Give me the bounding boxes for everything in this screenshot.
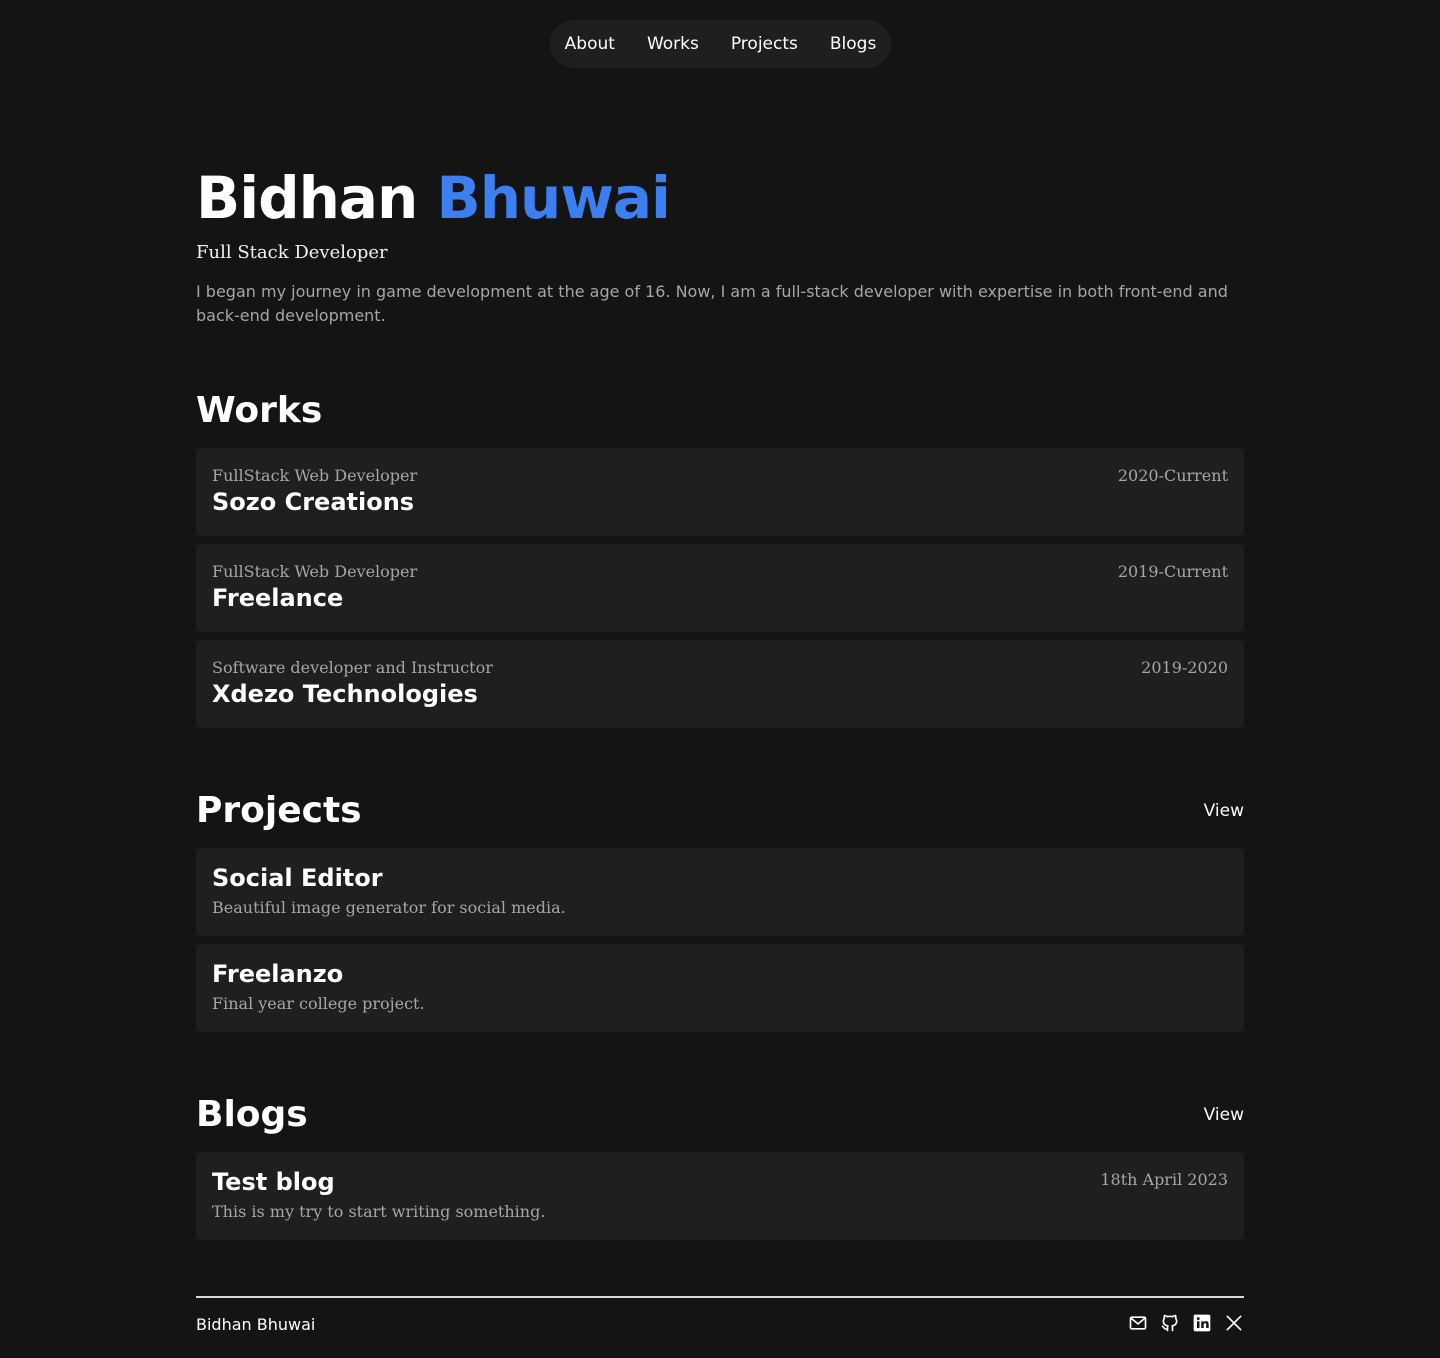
- nav-about[interactable]: About: [565, 34, 615, 54]
- work-card[interactable]: FullStack Web Developer 2020-Current Soz…: [196, 448, 1244, 536]
- linkedin-icon[interactable]: [1192, 1313, 1212, 1333]
- blog-date: 18th April 2023: [1100, 1170, 1228, 1189]
- x-icon[interactable]: [1224, 1313, 1244, 1333]
- work-period: 2019-2020: [1141, 658, 1228, 677]
- work-period: 2020-Current: [1117, 466, 1228, 485]
- project-card[interactable]: Social Editor Beautiful image generator …: [196, 848, 1244, 936]
- footer-name: Bidhan Bhuwai: [196, 1315, 316, 1334]
- hero-bio: I began my journey in game development a…: [196, 282, 1228, 325]
- nav-blogs[interactable]: Blogs: [830, 34, 876, 54]
- projects-title: Projects: [196, 790, 362, 831]
- project-description: Final year college project.: [212, 994, 425, 1013]
- blogs-view-link[interactable]: View: [1204, 1105, 1244, 1125]
- work-role: Software developer and Instructor: [212, 658, 493, 677]
- top-nav: About Works Projects Blogs: [550, 20, 891, 68]
- work-card[interactable]: FullStack Web Developer 2019-Current Fre…: [196, 544, 1244, 632]
- nav-projects[interactable]: Projects: [731, 34, 798, 54]
- works-title: Works: [196, 390, 323, 431]
- projects-view-link[interactable]: View: [1204, 801, 1244, 821]
- footer-divider: [196, 1296, 1244, 1298]
- project-name: Freelanzo: [212, 960, 344, 988]
- project-card[interactable]: Freelanzo Final year college project.: [196, 944, 1244, 1032]
- work-role: FullStack Web Developer: [212, 466, 418, 485]
- work-company: Sozo Creations: [212, 488, 415, 516]
- hero-first-name: Bidhan: [196, 164, 418, 232]
- hero-last-name: Bhuwai: [436, 164, 671, 232]
- project-description: Beautiful image generator for social med…: [212, 898, 566, 917]
- blogs-title: Blogs: [196, 1094, 308, 1135]
- hero-name: Bidhan Bhuwai: [196, 160, 671, 236]
- blog-title: Test blog: [212, 1168, 335, 1196]
- blog-card[interactable]: Test blog 18th April 2023 This is my try…: [196, 1152, 1244, 1240]
- work-company: Freelance: [212, 584, 344, 612]
- blog-excerpt: This is my try to start writing somethin…: [212, 1202, 546, 1221]
- work-period: 2019-Current: [1117, 562, 1228, 581]
- work-company: Xdezo Technologies: [212, 680, 478, 708]
- project-name: Social Editor: [212, 864, 383, 892]
- work-role: FullStack Web Developer: [212, 562, 418, 581]
- mail-icon[interactable]: [1128, 1313, 1148, 1333]
- work-card[interactable]: Software developer and Instructor 2019-2…: [196, 640, 1244, 728]
- social-links: [1128, 1313, 1244, 1333]
- nav-works[interactable]: Works: [647, 34, 699, 54]
- github-icon[interactable]: [1160, 1313, 1180, 1333]
- hero-role: Full Stack Developer: [196, 242, 388, 263]
